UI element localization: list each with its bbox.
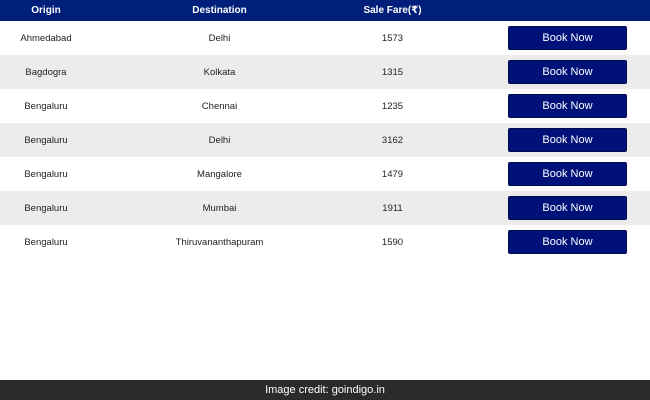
fare-cell: 1235 (381, 100, 404, 112)
action-cell: Book Now (438, 89, 650, 123)
destination-cell: Chennai (201, 100, 238, 112)
table-row: Bengaluru Delhi 3162 Book Now (0, 123, 650, 157)
book-now-button[interactable]: Book Now (508, 94, 627, 118)
action-cell: Book Now (438, 123, 650, 157)
table-row: Bengaluru Chennai 1235 Book Now (0, 89, 650, 123)
destination-cell: Kolkata (203, 66, 236, 78)
action-cell: Book Now (438, 225, 650, 259)
fare-cell: 1479 (381, 168, 404, 180)
header-sale-fare: Sale Fare(₹) (363, 5, 422, 16)
destination-cell: Delhi (208, 134, 231, 146)
fare-cell: 3162 (381, 134, 404, 146)
image-credit: Image credit: goindigo.in (0, 380, 650, 400)
origin-cell: Bengaluru (24, 168, 68, 180)
destination-cell: Mangalore (197, 168, 242, 180)
fare-table-body: Ahmedabad Delhi 1573 Book Now Bagdogra K… (0, 21, 650, 259)
book-now-button[interactable]: Book Now (508, 196, 627, 220)
origin-cell: Bagdogra (25, 66, 67, 78)
fare-table-header: Origin Destination Sale Fare(₹) (0, 0, 650, 21)
fare-cell: 1315 (381, 66, 404, 78)
fare-cell: 1590 (381, 236, 404, 248)
origin-cell: Ahmedabad (20, 32, 72, 44)
book-now-button[interactable]: Book Now (508, 162, 627, 186)
origin-cell: Bengaluru (24, 202, 68, 214)
book-now-button[interactable]: Book Now (508, 230, 627, 254)
fare-cell: 1573 (381, 32, 404, 44)
book-now-button[interactable]: Book Now (508, 128, 627, 152)
table-row: Bengaluru Mumbai 1911 Book Now (0, 191, 650, 225)
fare-table: Origin Destination Sale Fare(₹) Ahmedaba… (0, 0, 650, 259)
action-cell: Book Now (438, 157, 650, 191)
origin-cell: Bengaluru (24, 134, 68, 146)
table-row: Bengaluru Mangalore 1479 Book Now (0, 157, 650, 191)
header-row: Origin Destination Sale Fare(₹) (0, 0, 650, 21)
header-action (438, 0, 650, 21)
origin-cell: Bengaluru (24, 100, 68, 112)
table-row: Bengaluru Thiruvananthapuram 1590 Book N… (0, 225, 650, 259)
header-destination: Destination (192, 5, 247, 16)
book-now-button[interactable]: Book Now (508, 60, 627, 84)
table-row: Bagdogra Kolkata 1315 Book Now (0, 55, 650, 89)
action-cell: Book Now (438, 191, 650, 225)
page: Origin Destination Sale Fare(₹) Ahmedaba… (0, 0, 650, 400)
header-origin: Origin (31, 5, 61, 16)
fare-cell: 1911 (382, 202, 403, 214)
action-cell: Book Now (438, 55, 650, 89)
destination-cell: Mumbai (202, 202, 237, 214)
origin-cell: Bengaluru (24, 236, 68, 248)
table-row: Ahmedabad Delhi 1573 Book Now (0, 21, 650, 55)
destination-cell: Thiruvananthapuram (175, 236, 264, 248)
destination-cell: Delhi (208, 32, 231, 44)
action-cell: Book Now (438, 21, 650, 55)
book-now-button[interactable]: Book Now (508, 26, 627, 50)
